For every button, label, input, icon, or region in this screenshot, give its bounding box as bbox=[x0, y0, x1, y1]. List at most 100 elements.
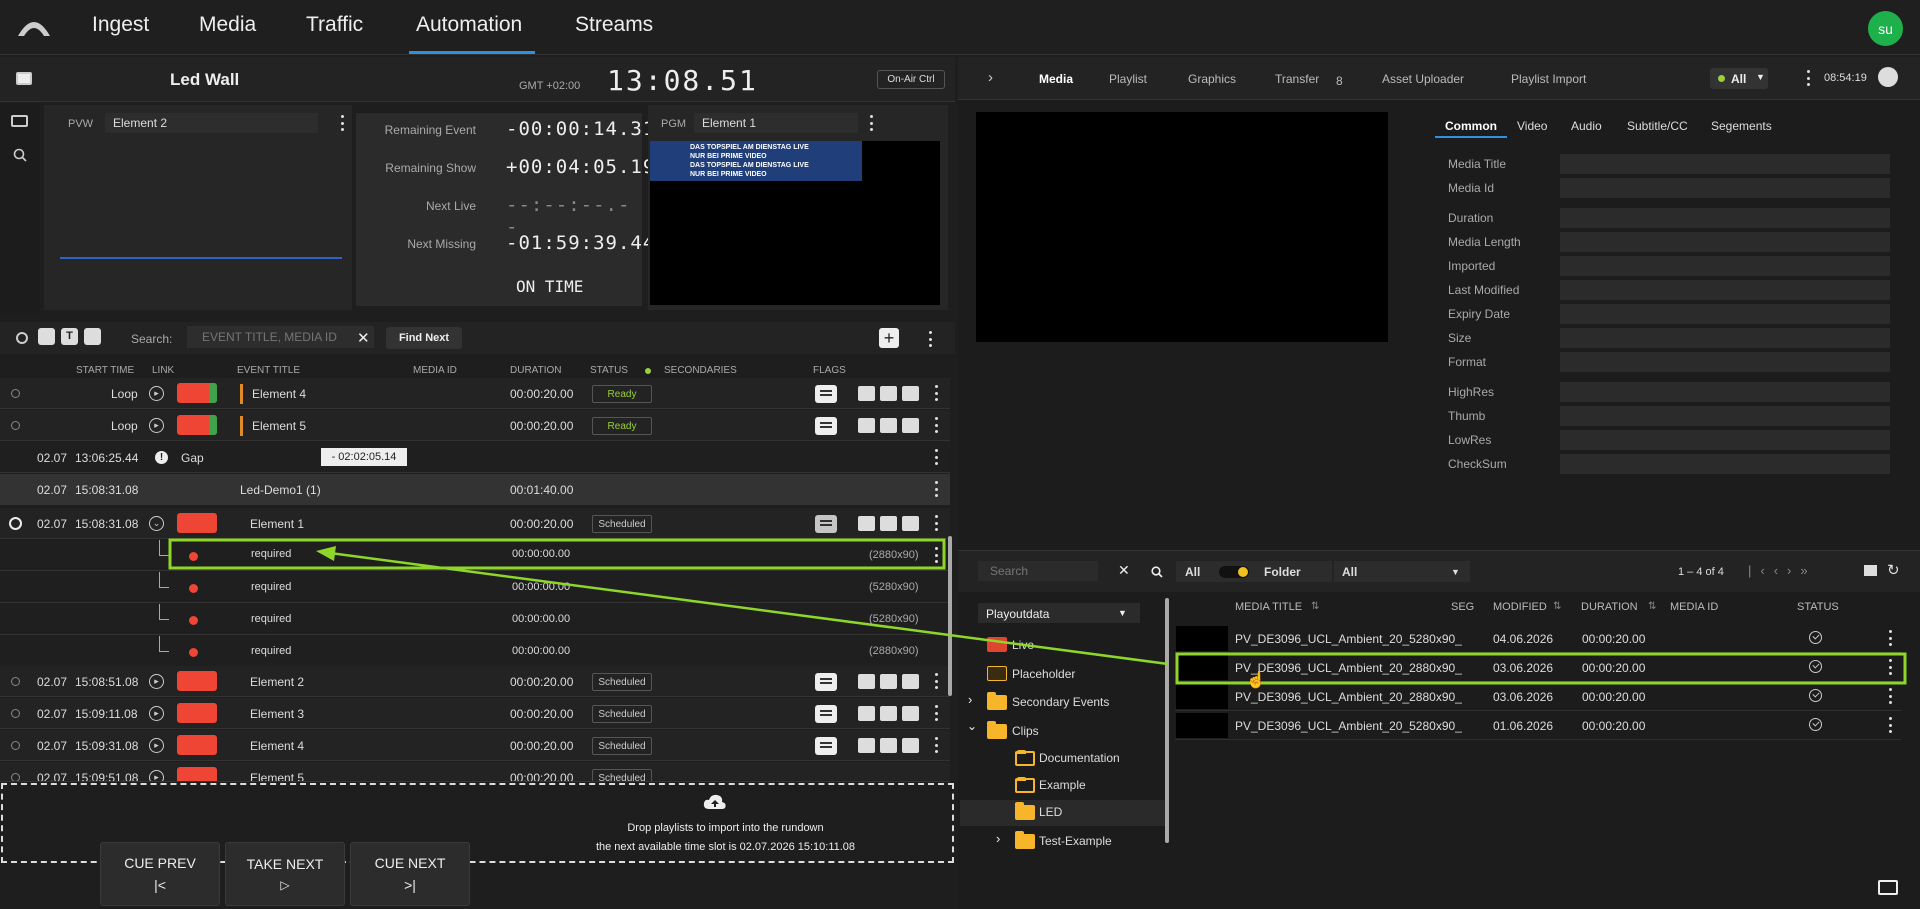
nav-tab-automation[interactable]: Automation bbox=[416, 13, 522, 37]
nav-tab-ingest[interactable]: Ingest bbox=[92, 13, 149, 37]
scope-toggle[interactable]: All Folder bbox=[1176, 561, 1332, 582]
logo-icon[interactable] bbox=[16, 14, 52, 38]
nav-tab-media[interactable]: Media bbox=[199, 13, 256, 37]
list-icon[interactable] bbox=[880, 674, 897, 689]
pvw-select[interactable]: Element 2 bbox=[105, 113, 318, 133]
tab-playlist[interactable]: Playlist bbox=[1109, 72, 1147, 86]
type-filter-select[interactable]: All ▼ bbox=[1334, 561, 1470, 582]
row-menu-icon[interactable] bbox=[934, 737, 938, 753]
row-menu-icon[interactable] bbox=[934, 385, 938, 401]
secondary-row[interactable]: required 00:00:00.00 (2880x90) bbox=[0, 540, 950, 571]
col-start-time[interactable]: START TIME bbox=[76, 365, 134, 376]
hide-icon[interactable] bbox=[902, 516, 919, 531]
toolbar-menu-icon[interactable] bbox=[928, 331, 932, 347]
nav-tab-traffic[interactable]: Traffic bbox=[306, 13, 363, 37]
list-icon[interactable] bbox=[880, 738, 897, 753]
tab-media[interactable]: Media bbox=[1039, 72, 1073, 86]
flag-icon[interactable] bbox=[815, 673, 837, 691]
row-menu-icon[interactable] bbox=[934, 449, 938, 465]
meta-tab-common[interactable]: Common bbox=[1445, 119, 1497, 133]
loop-icon[interactable] bbox=[858, 738, 875, 753]
link-icon[interactable]: ▸ bbox=[149, 674, 164, 689]
hide-icon[interactable] bbox=[902, 386, 919, 401]
row-menu-icon[interactable] bbox=[934, 547, 938, 563]
add-icon[interactable]: + bbox=[879, 328, 899, 348]
cue-next-button[interactable]: CUE NEXT >| bbox=[350, 842, 470, 906]
list-icon[interactable] bbox=[880, 706, 897, 721]
hide-icon[interactable] bbox=[902, 738, 919, 753]
secondary-row[interactable]: required 00:00:00.00 (5280x90) bbox=[0, 572, 950, 603]
asset-row[interactable]: PV_DE3096_UCL_Ambient_20_2880x90_ 03.06.2… bbox=[1175, 653, 1901, 682]
meta-tab-segments[interactable]: Segements bbox=[1711, 119, 1772, 133]
secondary-row[interactable]: required 00:00:00.00 (5280x90) bbox=[0, 604, 950, 635]
secondary-row[interactable]: required 00:00:00.00 (2880x90) bbox=[0, 636, 950, 667]
clear-search-icon[interactable]: ✕ bbox=[357, 329, 370, 347]
row-menu-icon[interactable] bbox=[934, 705, 938, 721]
col-event-title[interactable]: EVENT TITLE bbox=[237, 365, 300, 376]
expand-icon[interactable]: ⌄ bbox=[149, 516, 164, 531]
meta-tab-video[interactable]: Video bbox=[1517, 119, 1547, 133]
col-status[interactable]: STATUS bbox=[1797, 601, 1839, 613]
channel-filter[interactable]: All ▼ bbox=[1710, 68, 1768, 89]
pgm-menu-icon[interactable] bbox=[869, 115, 873, 131]
toggle-switch[interactable] bbox=[1219, 566, 1249, 578]
col-media-id[interactable]: MEDIA ID bbox=[1670, 601, 1718, 613]
link-icon[interactable]: ▸ bbox=[149, 418, 164, 433]
rundown-search-input[interactable] bbox=[187, 326, 374, 348]
row-menu-icon[interactable] bbox=[1888, 630, 1892, 646]
flag-icon[interactable] bbox=[815, 515, 837, 533]
collapse-chevron-icon[interactable]: › bbox=[988, 69, 993, 86]
pager-nav-icons[interactable]: |‹‹›» bbox=[1748, 563, 1817, 578]
table-row[interactable]: 02.07 15:09:11.08 ▸ Element 3 00:00:20.00 … bbox=[0, 698, 950, 729]
col-seg[interactable]: SEG bbox=[1451, 601, 1474, 613]
table-row[interactable]: 02.07 15:09:31.08 ▸ Element 4 00:00:20.00 … bbox=[0, 730, 950, 761]
expand-chevron-icon[interactable]: › bbox=[968, 692, 972, 707]
find-next-button[interactable]: Find Next bbox=[386, 327, 462, 349]
on-air-control-button[interactable]: On-Air Ctrl bbox=[877, 70, 945, 89]
list-icon[interactable] bbox=[880, 386, 897, 401]
meta-tab-audio[interactable]: Audio bbox=[1571, 119, 1602, 133]
tree-item-documentation[interactable]: Documentation bbox=[1039, 751, 1120, 765]
row-menu-icon[interactable] bbox=[934, 481, 938, 497]
asset-row[interactable]: PV_DE3096_UCL_Ambient_20_5280x90_ 01.06.2… bbox=[1175, 711, 1901, 740]
tab-transfer[interactable]: Transfer bbox=[1275, 72, 1319, 86]
link-icon[interactable]: ▸ bbox=[149, 706, 164, 721]
list-icon[interactable] bbox=[880, 516, 897, 531]
search-icon[interactable] bbox=[1151, 566, 1163, 578]
tree-scrollbar[interactable] bbox=[1165, 598, 1169, 843]
sort-icon[interactable]: ⇅ bbox=[1553, 601, 1561, 612]
loop-icon[interactable] bbox=[858, 418, 875, 433]
sort-icon[interactable]: ⇅ bbox=[1648, 601, 1656, 612]
text-filter-icon[interactable]: T bbox=[61, 328, 78, 345]
tab-playlist-import[interactable]: Playlist Import bbox=[1511, 72, 1586, 86]
take-next-button[interactable]: TAKE NEXT ▷ bbox=[225, 842, 345, 906]
asset-row[interactable]: PV_DE3096_UCL_Ambient_20_2880x90_ 03.06.2… bbox=[1175, 682, 1901, 711]
list-icon[interactable] bbox=[880, 418, 897, 433]
asset-search-input[interactable] bbox=[978, 561, 1098, 581]
tree-item-secondary-events[interactable]: Secondary Events bbox=[1012, 695, 1109, 709]
tree-item-led[interactable]: LED bbox=[1039, 805, 1062, 819]
tree-item-clips[interactable]: Clips bbox=[1012, 724, 1039, 738]
meta-tab-subtitle[interactable]: Subtitle/CC bbox=[1627, 119, 1688, 133]
clear-search-icon[interactable]: ✕ bbox=[1118, 562, 1130, 579]
table-row[interactable]: 02.07 15:09:51.08 ▸ Element 5 00:00:20.00 … bbox=[0, 762, 950, 782]
table-row[interactable]: Loop ▸ Element 4 00:00:20.00 Ready bbox=[0, 378, 950, 409]
row-menu-icon[interactable] bbox=[1888, 659, 1892, 675]
hide-icon[interactable] bbox=[902, 418, 919, 433]
sort-icon[interactable]: ⇅ bbox=[1311, 601, 1319, 612]
row-menu-icon[interactable] bbox=[1888, 717, 1892, 733]
group-row[interactable]: 02.07 15:08:31.08 Led-Demo1 (1) 00:01:40… bbox=[0, 474, 950, 505]
link-icon[interactable]: ▸ bbox=[149, 386, 164, 401]
pvw-menu-icon[interactable] bbox=[340, 115, 344, 131]
row-menu-icon[interactable] bbox=[934, 417, 938, 433]
console-icon[interactable] bbox=[1878, 880, 1898, 895]
download-icon[interactable] bbox=[84, 328, 101, 345]
tree-item-example[interactable]: Example bbox=[1039, 778, 1086, 792]
expand-chevron-icon[interactable]: › bbox=[996, 831, 1000, 846]
rundown-scrollbar[interactable] bbox=[948, 536, 952, 696]
collapse-chevron-icon[interactable]: ⌄ bbox=[967, 719, 977, 733]
search-icon[interactable] bbox=[13, 148, 27, 162]
row-menu-icon[interactable] bbox=[934, 673, 938, 689]
flag-icon[interactable] bbox=[815, 417, 837, 435]
loop-icon[interactable] bbox=[858, 706, 875, 721]
